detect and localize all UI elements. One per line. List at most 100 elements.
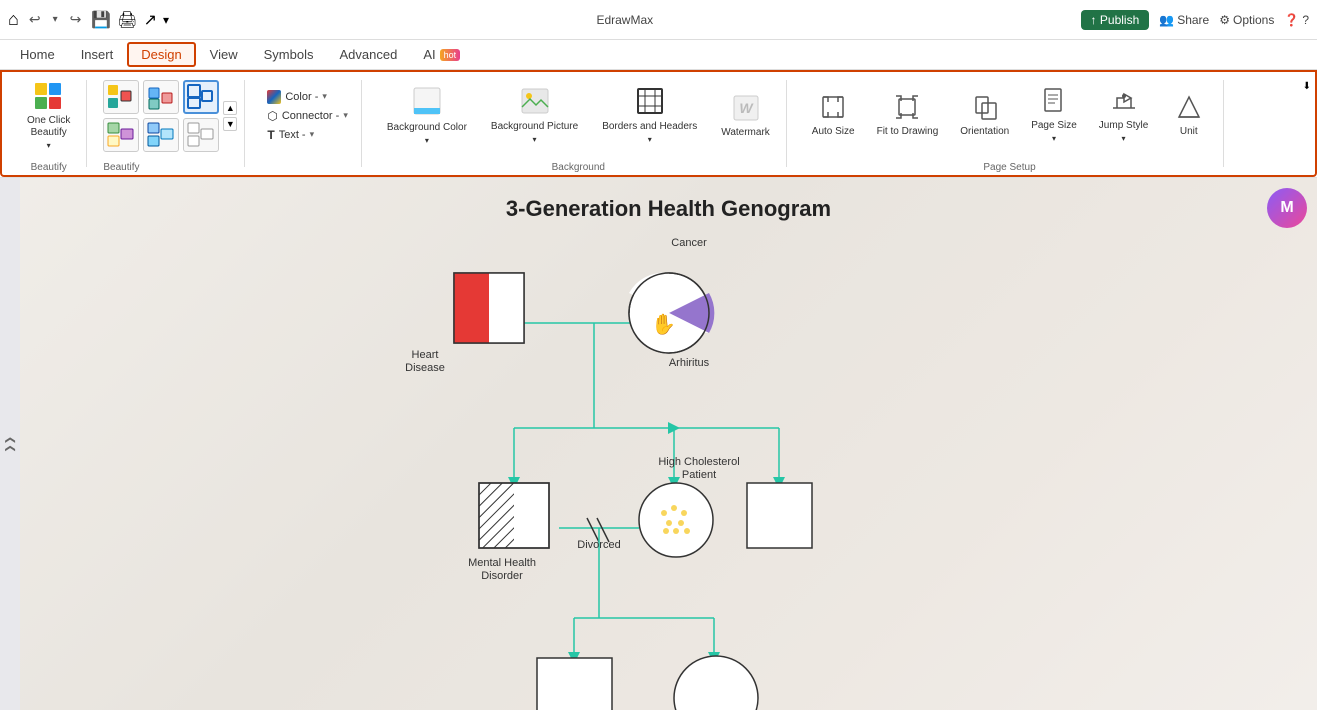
style-btn-4[interactable] [103,118,139,152]
collapse-icon: ❮❮ [5,436,16,453]
text-icon: T [267,128,274,142]
uncle-node [747,483,812,548]
one-click-section: One ClickBeautify ▾ Beautify [10,76,87,171]
help-icon: ❓ [1284,13,1299,27]
scroll-up-button[interactable]: ▲ [223,101,237,115]
child-female-node [674,656,758,710]
publish-button[interactable]: ↑ Publish [1081,10,1150,30]
unit-icon [1177,95,1201,124]
background-label: Background [552,162,605,173]
svg-text:Cancer: Cancer [671,237,707,249]
svg-text:Disease: Disease [405,362,445,374]
text-button[interactable]: T Text - ▾ [261,126,354,144]
page-setup-group: Auto Size Fit to Drawing [803,76,1216,155]
page-setup-section: Auto Size Fit to Drawing [795,76,1224,171]
svg-text:✋: ✋ [651,312,676,336]
beautify-styles-label: Beautify [103,162,139,173]
menu-bar: Home Insert Design View Symbols Advanced… [0,40,1317,70]
ribbon: One ClickBeautify ▾ Beautify [0,70,1317,178]
undo-button[interactable]: ↩ [25,9,45,30]
genogram-svg: Heart Disease ✋ Cancer Arhiritus [359,228,979,710]
color-swatch [267,90,281,104]
app-title: EdrawMax [169,13,1081,27]
svg-text:High Cholesterol: High Cholesterol [658,456,739,468]
page-size-button[interactable]: Page Size ▾ [1022,76,1086,155]
color-dropdown-arrow: ▾ [322,91,327,102]
title-bar-left: ⌂ ↩ ▾ ↪ 💾 🖨 ↗ ▾ [8,9,169,30]
help-button[interactable]: ❓ ? [1284,13,1309,27]
style-btn-3[interactable] [183,80,219,114]
menu-advanced[interactable]: Advanced [327,44,409,65]
diagram-title: 3-Generation Health Genogram [506,196,831,222]
style-btn-1[interactable] [103,80,139,114]
left-panel-toggle[interactable]: ❮❮ [0,178,20,710]
export-button[interactable]: ↗ [144,10,157,30]
svg-text:Heart: Heart [411,349,438,361]
page-setup-label: Page Setup [983,162,1035,173]
unit-button[interactable]: Unit [1161,76,1216,155]
bg-picture-icon [520,87,550,118]
style-btn-2[interactable] [143,80,179,114]
canvas-area[interactable]: M 3-Generation Health Genogram [20,178,1317,710]
bg-picture-button[interactable]: Background Picture ▾ [482,76,587,155]
main-area: ❮❮ M 3-Generation Health Genogram [0,178,1317,710]
menu-ai[interactable]: AI hot [411,44,472,65]
format-section: Color - ▾ ⬡ Connector - ▾ T Text - ▾ [253,76,362,171]
save-button[interactable]: 💾 [91,10,111,30]
jump-style-button[interactable]: Jump Style ▾ [1090,76,1157,155]
history-controls: ↩ ▾ ↪ [25,9,86,30]
menu-insert[interactable]: Insert [69,44,126,65]
publish-icon: ↑ [1091,13,1097,27]
auto-size-button[interactable]: Auto Size [803,76,864,155]
text-dropdown-arrow: ▾ [310,129,315,140]
title-bar: ⌂ ↩ ▾ ↪ 💾 🖨 ↗ ▾ EdrawMax ↑ Publish 👥 Sha… [0,0,1317,40]
color-button[interactable]: Color - ▾ [261,88,354,106]
style-btn-6[interactable] [183,118,219,152]
background-group: Background Color ▾ Background Picture ▾ [378,76,779,155]
parent-male-node [479,483,549,548]
format-group: Color - ▾ ⬡ Connector - ▾ T Text - ▾ [261,76,354,155]
ribbon-content: One ClickBeautify ▾ Beautify [0,70,1317,177]
undo-dropdown[interactable]: ▾ [49,12,62,27]
menu-design[interactable]: Design [127,42,195,67]
connector-button[interactable]: ⬡ Connector - ▾ [261,107,354,125]
home-icon: ⌂ [8,9,19,30]
ai-badge: hot [440,49,461,61]
style-btn-5[interactable] [143,118,179,152]
beautify-label: Beautify [31,162,67,173]
user-avatar: M [1267,188,1307,228]
options-button[interactable]: ⚙ Options [1219,13,1274,27]
home-button[interactable]: ⌂ [8,9,19,30]
borders-button[interactable]: Borders and Headers ▾ [593,76,706,155]
watermark-icon: W [732,94,760,125]
svg-text:Divorced: Divorced [577,539,620,551]
print-button[interactable]: 🖨 [117,10,137,30]
fit-to-drawing-button[interactable]: Fit to Drawing [868,76,948,155]
orientation-button[interactable]: Orientation [951,76,1018,155]
menu-home[interactable]: Home [8,44,67,65]
ribbon-expand: ⬇ [1303,76,1311,94]
svg-text:Mental Health: Mental Health [468,557,536,569]
auto-size-icon [820,94,846,123]
svg-text:W: W [739,100,754,116]
fit-icon [894,94,920,123]
expand-button[interactable]: ⬇ [1303,81,1311,92]
title-actions: ↑ Publish 👥 Share ⚙ Options ❓ ? [1081,10,1309,30]
share-button[interactable]: 👥 Share [1159,13,1209,27]
one-click-beautify-button[interactable]: One ClickBeautify ▾ [18,76,79,155]
redo-button[interactable]: ↪ [66,9,86,30]
bg-color-button[interactable]: Background Color ▾ [378,76,476,155]
menu-symbols[interactable]: Symbols [252,44,326,65]
jump-style-icon [1111,88,1137,117]
watermark-button[interactable]: W Watermark [712,76,779,155]
grandfather-node [454,273,524,343]
style-grid [103,79,221,153]
svg-text:Patient: Patient [681,469,715,481]
orientation-icon [972,95,998,124]
menu-view[interactable]: View [198,44,250,65]
page-size-icon [1043,88,1065,117]
connector-dropdown-arrow: ▾ [343,110,348,121]
borders-icon [636,87,664,118]
child-male-node [537,658,612,710]
scroll-down-button[interactable]: ▼ [223,117,237,131]
